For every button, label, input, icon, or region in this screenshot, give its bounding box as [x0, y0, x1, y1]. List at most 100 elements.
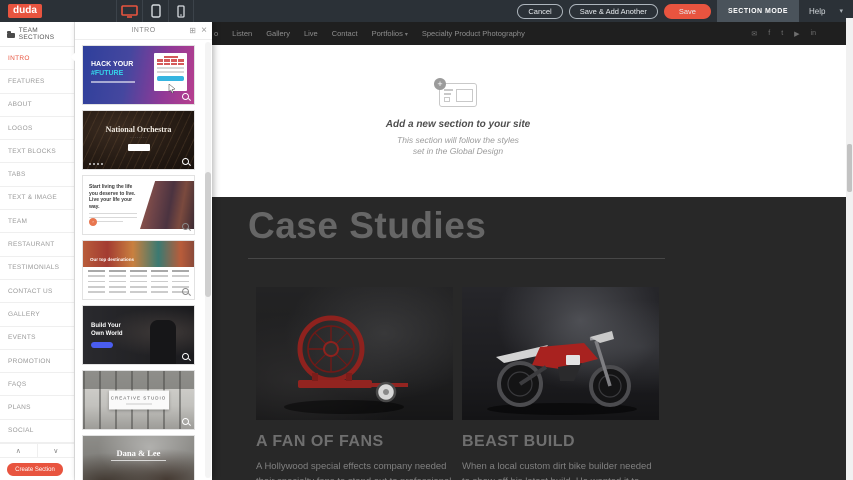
nav-item-listen[interactable]: Listen	[232, 29, 252, 38]
thumb-table	[88, 270, 189, 296]
sidebar-item-gallery[interactable]: GALLERY	[0, 303, 74, 326]
zoom-icon[interactable]	[182, 158, 190, 166]
sidebar-item-tabs[interactable]: TABS	[0, 163, 74, 186]
sidebar-item-promotion[interactable]: PROMOTION	[0, 350, 74, 373]
desktop-view-button[interactable]	[116, 0, 142, 22]
sidebar-item-team[interactable]: TEAM	[0, 210, 74, 233]
add-section-subtitle-line1: This section will follow the styles	[378, 135, 538, 146]
mobile-view-button[interactable]	[168, 0, 194, 22]
thumb-heading: Start living the life you deserve to liv…	[89, 184, 141, 210]
case-card-fan: A FAN OF FANS A Hollywood special effect…	[256, 287, 453, 480]
chevron-down-icon: ▾	[405, 32, 408, 38]
zoom-icon[interactable]	[182, 288, 190, 296]
thumbnail-top-destinations[interactable]: Our top destinations	[82, 240, 195, 300]
desktop-icon	[121, 5, 138, 18]
fan-case-image	[256, 287, 453, 420]
sidebar-item-features[interactable]: FEATURES	[0, 70, 74, 93]
add-section-subtitle-line2: set in the Global Design	[378, 146, 538, 157]
duda-logo: duda	[8, 4, 42, 18]
panel-scrollbar[interactable]	[205, 42, 211, 478]
nav-item-portfolios[interactable]: Portfolios▾	[372, 29, 408, 38]
thumb-heading: Our top destinations	[90, 257, 134, 262]
sidebar-item-social[interactable]: SOCIAL	[0, 420, 74, 443]
scroll-up-button[interactable]: ∧	[0, 444, 38, 457]
sidebar-item-text-blocks[interactable]: TEXT BLOCKS	[0, 140, 74, 163]
panel-header: INTRO ⊞ ×	[75, 22, 212, 40]
mobile-icon	[177, 5, 185, 18]
tablet-icon	[151, 4, 161, 18]
thumb-heading: Dana & Lee	[83, 448, 194, 458]
nav-item-gallery[interactable]: Gallery	[266, 29, 290, 38]
sidebar-item-faqs[interactable]: FAQS	[0, 373, 74, 396]
nav-item-specialty[interactable]: Specialty Product Photography	[422, 29, 525, 38]
case-title: A FAN OF FANS	[256, 433, 453, 451]
help-menu[interactable]: Help ▾	[805, 7, 847, 16]
linkedin-icon[interactable]: in	[811, 30, 816, 37]
thumbnail-national-orchestra[interactable]: National Orchestra · · · · · · · ·	[82, 110, 195, 170]
zoom-icon[interactable]	[182, 353, 190, 361]
thumb-cta-button	[157, 76, 184, 81]
editor-topbar: duda Cancel Save & Add	[0, 0, 853, 22]
thumb-button	[91, 342, 113, 348]
team-sections-label: TEAM SECTIONS	[19, 27, 74, 41]
youtube-icon[interactable]: ▶	[794, 30, 799, 38]
save-button[interactable]: Save	[664, 4, 711, 19]
thumbnail-creative-studio[interactable]: CREATIVE STUDIO	[82, 370, 195, 430]
add-section-title: Add a new section to your site	[378, 119, 538, 130]
zoom-icon[interactable]	[182, 223, 190, 231]
sidebar-item-events[interactable]: EVENTS	[0, 327, 74, 350]
thumbnail-hack-your-future[interactable]: HACK YOUR #FUTURE	[82, 45, 195, 105]
case-studies-section: Case Studies	[212, 197, 846, 480]
sidebar-item-text-image[interactable]: TEXT & IMAGE	[0, 187, 74, 210]
add-section-area[interactable]: + Add a new section to your site This se…	[212, 45, 846, 197]
sidebar-item-intro[interactable]: INTRO	[0, 47, 74, 70]
zoom-icon[interactable]	[182, 418, 190, 426]
thumb-text: Build Your Own World	[91, 322, 123, 338]
sidebar-item-plans[interactable]: PLANS	[0, 396, 74, 419]
section-category-list: INTRO FEATURES ABOUT LOGOS TEXT BLOCKS T…	[0, 47, 74, 443]
app-root: o Listen Gallery Live Contact Portfolios…	[0, 0, 853, 480]
thumbnail-dana-and-lee[interactable]: Dana & Lee	[82, 435, 195, 480]
page-scrollbar-thumb[interactable]	[847, 144, 852, 192]
sidebar-item-restaurant[interactable]: RESTAURANT	[0, 233, 74, 256]
sidebar-item-testimonials[interactable]: TESTIMONIALS	[0, 257, 74, 280]
grid-view-icon[interactable]: ⊞	[189, 27, 196, 35]
thumb-photo	[140, 181, 194, 229]
page-scrollbar[interactable]	[846, 18, 853, 480]
sidebar-scroll-arrows: ∧ ∨	[0, 443, 74, 458]
intro-panel: INTRO ⊞ × HACK YOUR #FUTURE	[75, 22, 212, 480]
thumb-heading-line1: HACK YOUR	[91, 60, 135, 69]
thumb-heading: National Orchestra	[83, 125, 194, 134]
add-section-subtitle: This section will follow the styles set …	[378, 135, 538, 157]
chevron-up-icon: ∧	[16, 447, 21, 455]
thumb-heading-line1: Build Your	[91, 322, 123, 330]
facebook-icon[interactable]: f	[768, 30, 770, 37]
save-add-another-button[interactable]: Save & Add Another	[569, 4, 658, 19]
chevron-down-icon: ▾	[839, 7, 843, 15]
cancel-button[interactable]: Cancel	[517, 4, 562, 19]
sidebar-item-logos[interactable]: LOGOS	[0, 117, 74, 140]
panel-scrollbar-thumb[interactable]	[205, 172, 211, 297]
thumb-photo-figures	[150, 320, 176, 365]
twitter-icon[interactable]: t	[781, 30, 783, 37]
create-section-button[interactable]: Create Section	[7, 463, 63, 476]
thumbnail-build-your-own-world[interactable]: Build Your Own World	[82, 305, 195, 365]
nav-item-partial[interactable]: o	[214, 29, 218, 38]
tablet-view-button[interactable]	[142, 0, 168, 22]
thumb-text-bar	[126, 403, 152, 404]
sidebar-item-about[interactable]: ABOUT	[0, 94, 74, 117]
carousel-dots	[89, 163, 103, 165]
zoom-icon[interactable]	[182, 93, 190, 101]
case-text: When a local custom dirt bike builder ne…	[462, 460, 659, 480]
thumbnail-live-your-way[interactable]: Start living the life you deserve to liv…	[82, 175, 195, 235]
sidebar-item-contact-us[interactable]: CONTACT US	[0, 280, 74, 303]
thumb-text: Start living the life you deserve to liv…	[89, 184, 141, 222]
nav-item-live[interactable]: Live	[304, 29, 318, 38]
nav-item-contact[interactable]: Contact	[332, 29, 358, 38]
plus-icon: +	[434, 78, 446, 90]
thumb-text-bar	[91, 81, 135, 83]
add-section-placeholder[interactable]: + Add a new section to your site This se…	[378, 83, 538, 157]
mail-icon[interactable]: ✉	[751, 30, 757, 38]
scroll-down-button[interactable]: ∨	[38, 444, 75, 457]
close-icon[interactable]: ×	[201, 25, 207, 37]
